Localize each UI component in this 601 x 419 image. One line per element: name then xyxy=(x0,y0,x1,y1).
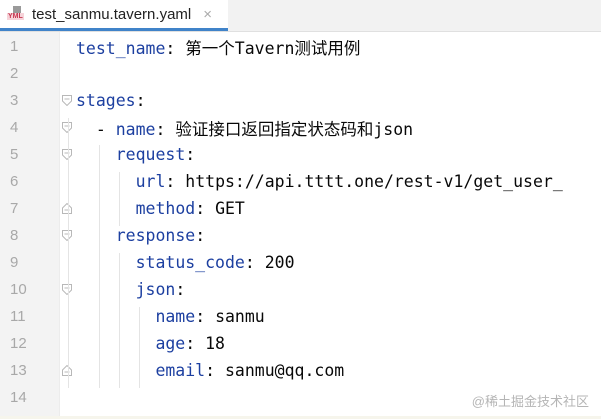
code-line: 13 email: sanmu@qq.com xyxy=(0,357,601,384)
code-line: 1 test_name: 第一个Tavern测试用例 xyxy=(0,33,601,60)
line-number: 9 xyxy=(10,254,19,271)
yaml-colon: : xyxy=(165,172,186,191)
yaml-key: url xyxy=(135,172,166,191)
indent-guide xyxy=(118,253,120,388)
yaml-key: method xyxy=(135,199,196,218)
fold-start-icon[interactable] xyxy=(62,122,72,133)
code-text: test_name: 第一个Tavern测试用例 xyxy=(76,35,360,59)
line-number: 13 xyxy=(10,362,27,379)
code-line: 7 method: GET xyxy=(0,195,601,222)
code-text: email: sanmu@qq.com xyxy=(155,361,344,380)
yaml-colon: : xyxy=(135,91,146,110)
yaml-colon: : xyxy=(175,280,186,299)
line-number: 7 xyxy=(10,200,19,217)
editor-tab-bar: YML test_sanmu.tavern.yaml × xyxy=(0,0,601,32)
line-number: 3 xyxy=(10,92,19,109)
code-line: 3 stages: xyxy=(0,87,601,114)
fold-start-icon[interactable] xyxy=(62,149,72,160)
yaml-key: email xyxy=(155,361,206,380)
yaml-key: test_name xyxy=(76,38,166,58)
yaml-key: name xyxy=(115,119,156,139)
code-text: response: xyxy=(116,226,205,245)
watermark: @稀土掘金技术社区 xyxy=(471,394,589,409)
indent-guide xyxy=(68,118,69,388)
yaml-value: https://api.tttt.one/rest-v1/get_user_ xyxy=(185,172,563,191)
code-line: 10 json: xyxy=(0,276,601,303)
fold-start-icon[interactable] xyxy=(62,284,72,295)
yaml-colon: : xyxy=(195,307,216,326)
line-number: 4 xyxy=(10,119,19,136)
code-line: 2 xyxy=(0,60,601,87)
yml-file-icon: YML xyxy=(7,6,25,22)
yaml-key: status_code xyxy=(135,253,245,272)
yaml-value: 第一个Tavern测试用例 xyxy=(185,38,361,58)
code-line: 5 request: xyxy=(0,141,601,168)
tab-test-sanmu-tavern-yaml[interactable]: YML test_sanmu.tavern.yaml × xyxy=(0,0,228,31)
code-text: json: xyxy=(136,280,186,299)
code-line: 6 url: https://api.tttt.one/rest-v1/get_u… xyxy=(0,168,601,195)
yaml-value: 验证接口返回指定状态码和json xyxy=(175,119,414,139)
code-text: stages: xyxy=(76,91,146,110)
line-number: 6 xyxy=(10,173,19,190)
line-number: 10 xyxy=(10,281,27,298)
yaml-value: sanmu xyxy=(215,307,265,326)
indent-guide xyxy=(118,172,120,226)
yaml-colon: : xyxy=(165,38,186,58)
yaml-value: 18 xyxy=(205,334,225,353)
fold-end-icon[interactable] xyxy=(62,203,72,214)
yaml-colon: : xyxy=(155,119,176,139)
yaml-key: age xyxy=(155,334,186,353)
line-number: 11 xyxy=(10,308,26,325)
line-number: 5 xyxy=(10,146,19,163)
yaml-key: request xyxy=(115,145,186,164)
code-text: url: https://api.tttt.one/rest-v1/get_us… xyxy=(136,172,563,191)
indent-guide xyxy=(138,307,140,388)
fold-start-icon[interactable] xyxy=(62,95,72,106)
yaml-colon: : xyxy=(185,334,206,353)
code-text: age: 18 xyxy=(155,334,225,353)
yaml-value: 200 xyxy=(264,253,295,272)
line-number: 14 xyxy=(10,389,27,406)
code-line: 4 - name: 验证接口返回指定状态码和json xyxy=(0,114,601,141)
yaml-colon: : xyxy=(205,361,225,380)
yaml-value: sanmu@qq.com xyxy=(224,361,345,380)
fold-start-icon[interactable] xyxy=(62,230,72,241)
code-text: request: xyxy=(116,145,195,164)
close-icon[interactable]: × xyxy=(203,6,212,23)
list-dash: - xyxy=(95,119,116,139)
yaml-colon: : xyxy=(195,199,216,218)
line-number: 8 xyxy=(10,227,19,244)
code-text: name: sanmu xyxy=(155,307,264,326)
code-text: status_code: 200 xyxy=(136,253,295,272)
code-line: 12 age: 18 xyxy=(0,330,601,357)
code-line: 9 status_code: 200 xyxy=(0,249,601,276)
yaml-key: name xyxy=(155,307,196,326)
yaml-key: json xyxy=(135,280,176,299)
yaml-colon: : xyxy=(244,253,265,272)
yaml-colon: : xyxy=(195,226,206,245)
code-line: 11 name: sanmu xyxy=(0,303,601,330)
line-number: 12 xyxy=(10,335,27,352)
yaml-colon: : xyxy=(185,145,196,164)
yaml-key: response xyxy=(115,226,196,245)
code-text: method: GET xyxy=(136,199,245,218)
tab-title: test_sanmu.tavern.yaml xyxy=(32,5,192,23)
yaml-value: GET xyxy=(215,199,245,218)
yaml-key: stages xyxy=(76,91,136,110)
indent-guide xyxy=(98,145,100,388)
line-number: 2 xyxy=(10,65,19,82)
code-line: 8 response: xyxy=(0,222,601,249)
code-text: - name: 验证接口返回指定状态码和json xyxy=(96,116,413,140)
fold-end-icon[interactable] xyxy=(62,365,72,376)
line-number: 1 xyxy=(10,38,19,55)
